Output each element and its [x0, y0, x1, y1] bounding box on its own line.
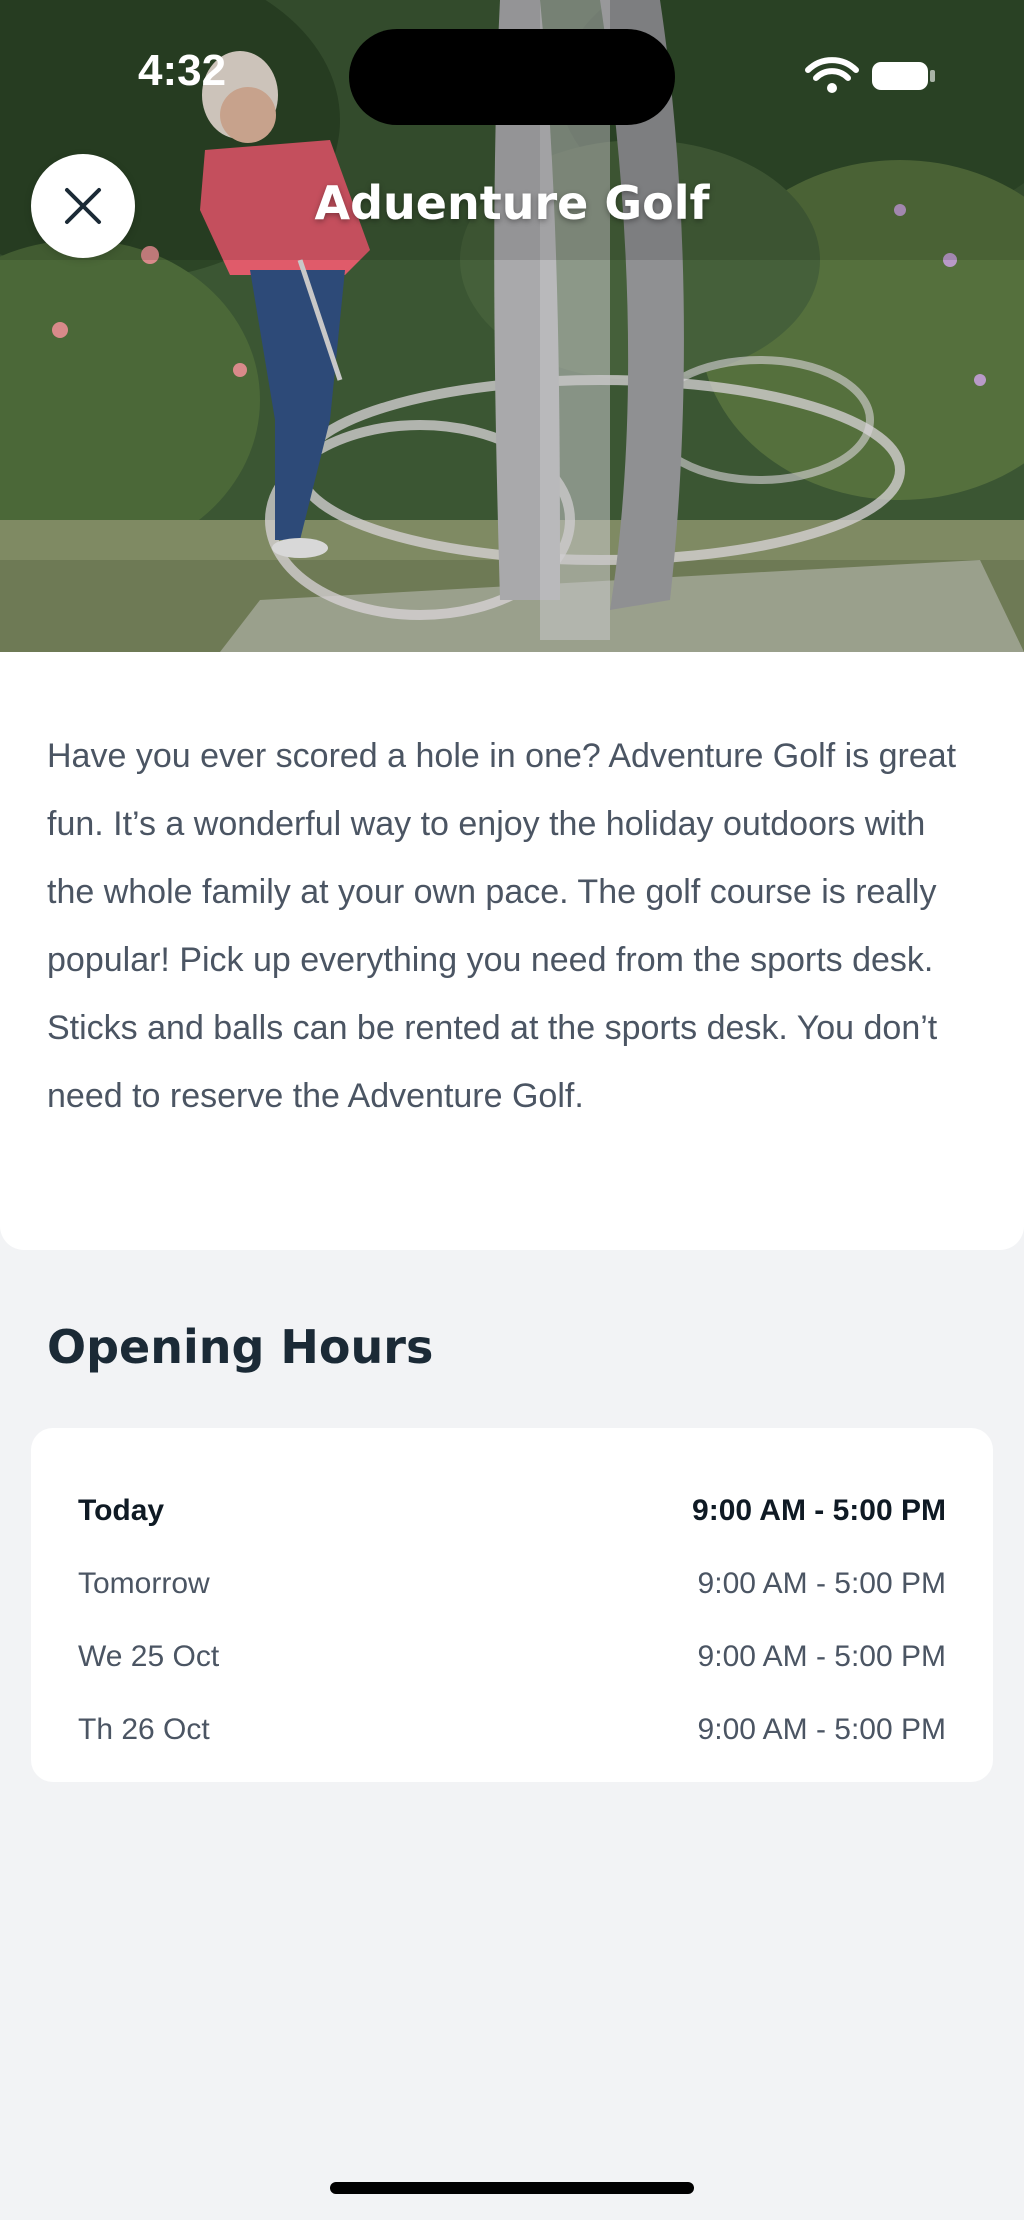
page-title: Aduenture Golf [314, 176, 710, 230]
dynamic-island [349, 29, 675, 125]
opening-hours-title: Opening Hours [47, 1320, 434, 1374]
hours-day: We 25 Oct [78, 1639, 220, 1673]
status-icons [800, 56, 940, 101]
hero-image: 4:32 Aduenture Golf [0, 0, 1024, 652]
description-text: Have you ever scored a hole in one? Adve… [47, 737, 957, 1115]
hours-time: 9:00 AM - 5:00 PM [697, 1639, 946, 1673]
hours-time: 9:00 AM - 5:00 PM [697, 1566, 946, 1600]
status-time: 4:32 [138, 46, 227, 95]
hours-row: We 25 Oct 9:00 AM - 5:00 PM [78, 1620, 946, 1693]
hours-row: Th 26 Oct 9:00 AM - 5:00 PM [78, 1693, 946, 1766]
hours-day: Today [78, 1493, 165, 1527]
wifi-icon [805, 57, 859, 93]
hours-time: 9:00 AM - 5:00 PM [697, 1712, 946, 1746]
hours-day: Th 26 Oct [78, 1712, 210, 1746]
home-indicator[interactable] [330, 2182, 694, 2194]
hours-row-today: Today 9:00 AM - 5:00 PM [78, 1474, 946, 1547]
hours-day: Tomorrow [78, 1566, 210, 1600]
hours-time: 9:00 AM - 5:00 PM [692, 1493, 946, 1527]
battery-icon [872, 62, 935, 90]
opening-hours-card: Today 9:00 AM - 5:00 PM Tomorrow 9:00 AM… [31, 1428, 993, 1782]
hours-row: Tomorrow 9:00 AM - 5:00 PM [78, 1547, 946, 1620]
description-card: Have you ever scored a hole in one? Adve… [0, 652, 1024, 1250]
